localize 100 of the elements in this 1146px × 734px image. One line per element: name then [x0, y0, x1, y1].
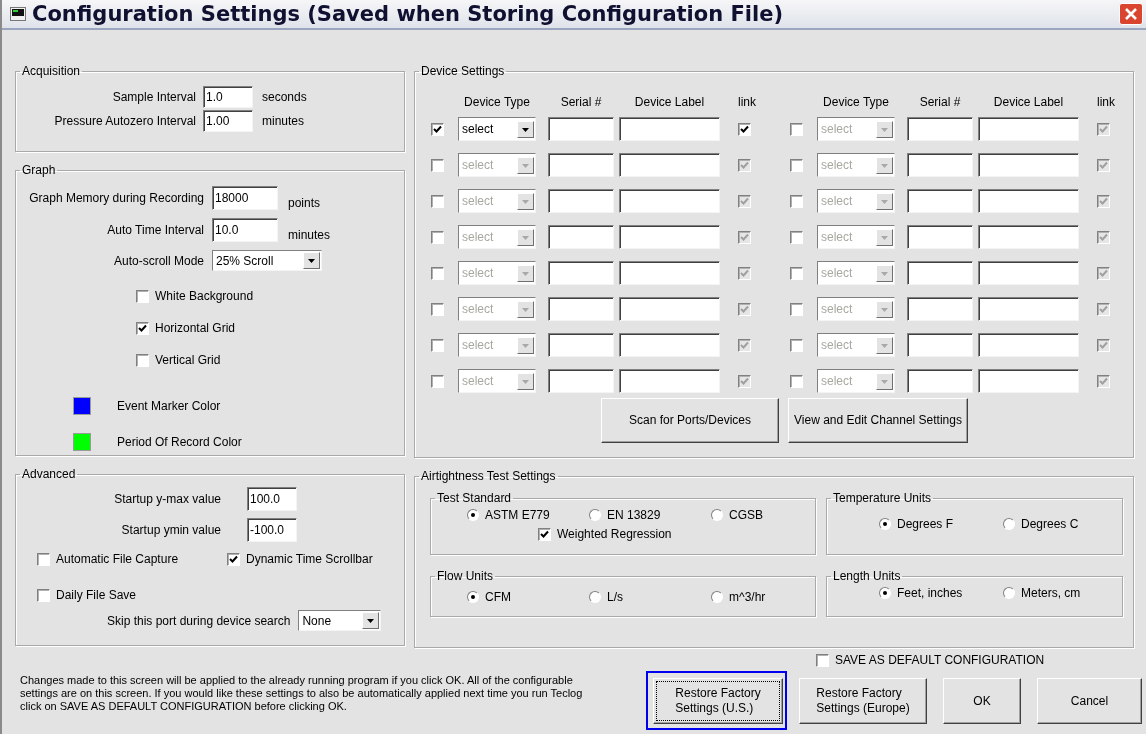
label-field[interactable] [619, 297, 720, 321]
label-field[interactable] [619, 333, 720, 357]
label-field[interactable] [619, 369, 720, 393]
serial-field[interactable] [907, 189, 973, 213]
serial-field[interactable] [548, 297, 614, 321]
label-field[interactable] [978, 297, 1079, 321]
checkbox[interactable] [790, 230, 803, 244]
serial-field[interactable] [548, 189, 614, 213]
serial-field[interactable] [548, 153, 614, 177]
serial-field[interactable] [907, 225, 973, 249]
label-field[interactable] [619, 153, 720, 177]
radio-button[interactable] [711, 591, 723, 603]
checkbox[interactable] [790, 122, 803, 136]
radio-button[interactable] [1003, 518, 1015, 530]
dialog-button[interactable]: Cancel [1037, 678, 1142, 724]
checkbox[interactable] [431, 266, 444, 280]
color-swatch[interactable] [73, 397, 91, 415]
dialog-button[interactable]: OK [943, 678, 1021, 724]
checkbox[interactable] [1097, 266, 1110, 280]
checkbox[interactable] [431, 338, 444, 352]
checkbox[interactable] [816, 653, 829, 667]
checkbox[interactable] [431, 230, 444, 244]
label-field[interactable] [978, 261, 1079, 285]
color-swatch[interactable] [73, 433, 91, 451]
label-field[interactable] [978, 189, 1079, 213]
serial-field[interactable] [907, 153, 973, 177]
checkbox[interactable] [431, 374, 444, 388]
checkbox[interactable] [37, 588, 50, 602]
text-field[interactable]: 1.0 [203, 86, 253, 108]
radio-button[interactable] [467, 591, 479, 603]
checkbox[interactable] [738, 338, 751, 352]
dialog-button[interactable]: Restore Factory Settings (Europe) [799, 678, 927, 724]
checkbox[interactable] [790, 194, 803, 208]
label-field[interactable] [619, 261, 720, 285]
checkbox[interactable] [790, 158, 803, 172]
serial-field[interactable] [907, 369, 973, 393]
serial-field[interactable] [548, 369, 614, 393]
dropdown[interactable]: None [298, 610, 382, 631]
serial-field[interactable] [548, 333, 614, 357]
close-button[interactable] [1119, 3, 1143, 25]
checkbox[interactable] [538, 527, 551, 541]
label-field[interactable] [978, 369, 1079, 393]
serial-field[interactable] [548, 261, 614, 285]
radio-button[interactable] [589, 591, 601, 603]
action-button[interactable]: View and Edit Channel Settings [788, 398, 968, 443]
checkbox[interactable] [136, 353, 149, 367]
label-field[interactable] [619, 225, 720, 249]
text-field[interactable]: 18000 [212, 186, 278, 210]
action-button[interactable]: Scan for Ports/Devices [601, 398, 779, 443]
label-field[interactable] [978, 333, 1079, 357]
checkbox[interactable] [37, 552, 50, 566]
checkbox[interactable] [431, 122, 444, 136]
checkbox[interactable] [1097, 338, 1110, 352]
checkbox[interactable] [1097, 374, 1110, 388]
serial-field[interactable] [907, 333, 973, 357]
dialog-button[interactable]: Restore Factory Settings (U.S.) [653, 678, 783, 724]
checkbox[interactable] [738, 122, 751, 136]
label-field[interactable] [619, 189, 720, 213]
checkbox[interactable] [227, 552, 240, 566]
radio-button[interactable] [879, 587, 891, 599]
checkbox[interactable] [738, 230, 751, 244]
checkbox[interactable] [790, 338, 803, 352]
text-field[interactable]: 1.00 [203, 110, 253, 132]
checkbox[interactable] [136, 321, 149, 335]
dropdown[interactable]: 25% Scroll [212, 250, 322, 271]
checkbox[interactable] [790, 374, 803, 388]
serial-field[interactable] [548, 117, 614, 141]
dropdown[interactable]: select [458, 117, 536, 141]
checkbox[interactable] [431, 158, 444, 172]
radio-button[interactable] [467, 509, 479, 521]
serial-field[interactable] [907, 297, 973, 321]
text-field[interactable]: 100.0 [247, 487, 297, 511]
checkbox[interactable] [1097, 230, 1110, 244]
checkbox[interactable] [790, 302, 803, 316]
checkbox[interactable] [431, 194, 444, 208]
checkbox[interactable] [738, 302, 751, 316]
serial-field[interactable] [907, 261, 973, 285]
checkbox[interactable] [1097, 158, 1110, 172]
checkbox[interactable] [1097, 302, 1110, 316]
text-field[interactable]: -100.0 [247, 518, 297, 542]
label-field[interactable] [978, 153, 1079, 177]
radio-button[interactable] [711, 509, 723, 521]
checkbox[interactable] [790, 266, 803, 280]
serial-field[interactable] [548, 225, 614, 249]
radio-button[interactable] [1003, 587, 1015, 599]
radio-button[interactable] [879, 518, 891, 530]
checkbox[interactable] [1097, 194, 1110, 208]
checkbox[interactable] [738, 266, 751, 280]
checkbox[interactable] [738, 374, 751, 388]
text-field[interactable]: 10.0 [212, 218, 278, 242]
checkbox[interactable] [738, 194, 751, 208]
radio-button[interactable] [589, 509, 601, 521]
checkbox[interactable] [136, 289, 149, 303]
checkbox[interactable] [738, 158, 751, 172]
label-field[interactable] [978, 117, 1079, 141]
label-field[interactable] [619, 117, 720, 141]
checkbox[interactable] [1097, 122, 1110, 136]
label-field[interactable] [978, 225, 1079, 249]
serial-field[interactable] [907, 117, 973, 141]
checkbox[interactable] [431, 302, 444, 316]
